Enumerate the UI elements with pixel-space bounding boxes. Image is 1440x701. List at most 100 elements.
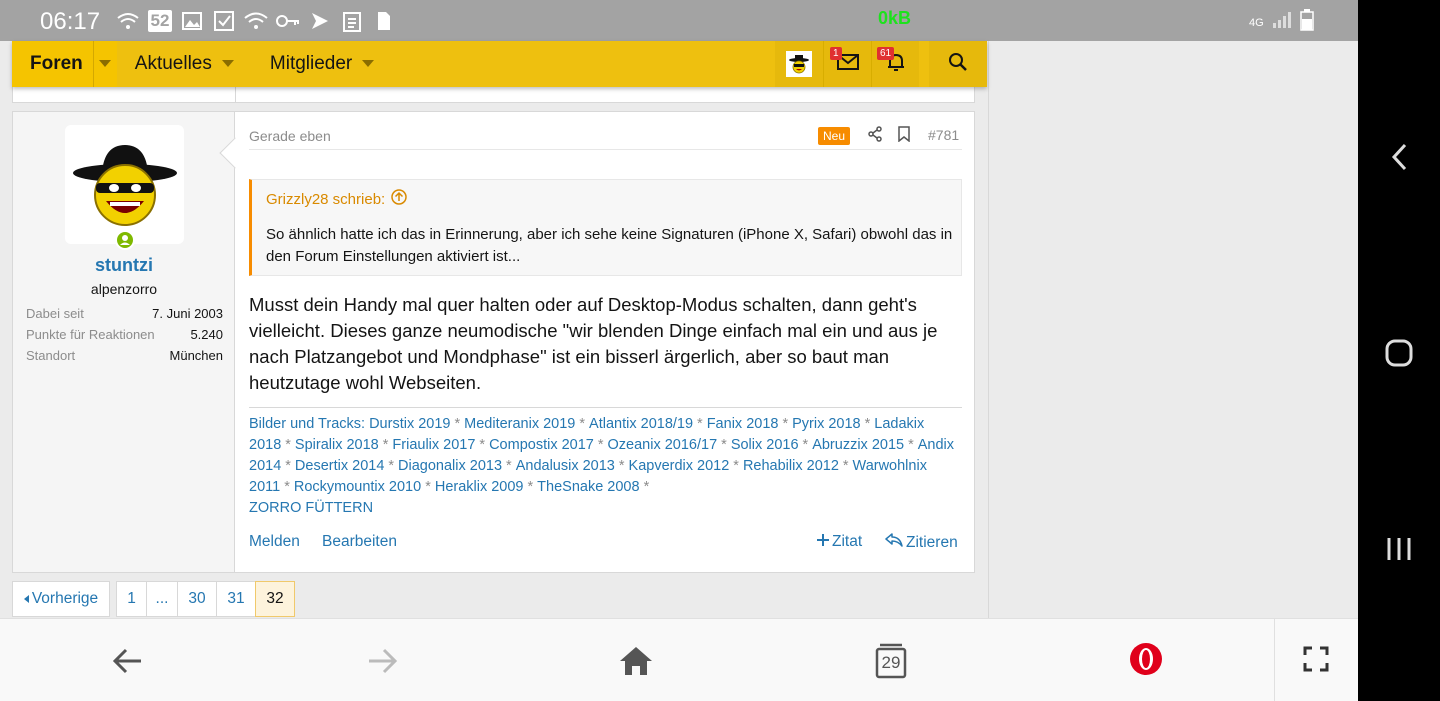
chevron-down-icon[interactable] <box>92 41 117 87</box>
page-30[interactable]: 30 <box>177 581 216 617</box>
signature-link[interactable]: Diagonalix 2013 <box>398 458 502 474</box>
signature-link[interactable]: Rehabilix 2012 <box>743 458 839 474</box>
extra-value[interactable]: München <box>170 348 223 363</box>
signature: Bilder und Tracks: Durstix 2019 * Meditera… <box>249 407 962 519</box>
signature-link[interactable]: Andalusix 2013 <box>516 458 615 474</box>
page-ellipsis[interactable]: ... <box>146 581 177 617</box>
wifi-alt-icon <box>244 9 268 33</box>
signature-link[interactable]: Mediteranix 2019 <box>464 416 575 432</box>
post-date[interactable]: Gerade eben <box>249 128 331 144</box>
multiquote-link[interactable]: Zitat <box>817 533 862 551</box>
nav-foren[interactable]: Foren <box>12 41 117 87</box>
user-extra-location: Standort München <box>26 348 223 363</box>
signature-separator: * <box>597 437 604 453</box>
net-speed: 0kB <box>878 8 912 28</box>
signature-link-zorro[interactable]: ZORRO FÜTTERN <box>249 500 373 516</box>
tabs-icon: 29 <box>875 643 907 679</box>
chevron-down-icon <box>216 41 240 87</box>
page-right-margin <box>988 41 1358 618</box>
page-31[interactable]: 31 <box>216 581 255 617</box>
alerts-button[interactable]: 61 <box>871 41 919 87</box>
android-home-button[interactable] <box>1376 330 1422 376</box>
edit-link[interactable]: Bearbeiten <box>322 533 397 551</box>
signature-link[interactable]: Pyrix 2018 <box>792 416 861 432</box>
signature-separator: * <box>579 416 586 432</box>
browser-bottom-bar: 29 <box>0 618 1358 701</box>
nav-aktuelles[interactable]: Aktuelles <box>117 41 252 87</box>
signature-link[interactable]: Spiralix 2018 <box>295 437 379 453</box>
nav-mitglieder[interactable]: Mitglieder <box>252 41 392 87</box>
report-link[interactable]: Melden <box>249 533 300 551</box>
battery-icon <box>1299 9 1314 36</box>
nav-foren-label: Foren <box>30 53 83 74</box>
signature-link[interactable]: Friaulix 2017 <box>392 437 475 453</box>
alerts-badge: 61 <box>877 47 895 60</box>
signature-link[interactable]: Desertix 2014 <box>295 458 384 474</box>
user-avatar[interactable] <box>65 125 184 244</box>
account-button[interactable] <box>775 41 823 87</box>
notification-count-badge: 52 <box>148 10 172 32</box>
signature-link[interactable]: Atlantix 2018/19 <box>589 416 693 432</box>
signature-link[interactable]: Compostix 2017 <box>489 437 594 453</box>
signature-link[interactable]: Heraklix 2009 <box>435 479 524 495</box>
fullscreen-button[interactable] <box>1291 636 1341 686</box>
signature-separator: * <box>618 458 625 474</box>
signature-separator: * <box>527 479 534 495</box>
post-body: Musst dein Handy mal quer halten oder au… <box>249 294 938 393</box>
signature-link[interactable]: TheSnake 2008 <box>537 479 639 495</box>
nav-mitglieder-label: Mitglieder <box>269 53 353 74</box>
quote-author: Grizzly28 schrieb: <box>266 190 386 208</box>
inbox-button[interactable]: 1 <box>823 41 871 87</box>
signature-link[interactable]: Bilder und Tracks: Durstix 2019 <box>249 416 450 432</box>
signature-separator: * <box>425 479 431 495</box>
extra-value: 7. Juni 2003 <box>152 306 223 321</box>
signature-separator: * <box>802 437 809 453</box>
status-bar: 06:17 52 0kB 4G <box>0 0 1358 41</box>
quote-block: Grizzly28 schrieb: So ähnlich hatte ich … <box>249 179 962 276</box>
search-button[interactable] <box>929 41 987 87</box>
signature-link[interactable]: Rockymountix 2010 <box>294 479 421 495</box>
clipboard-icon <box>340 9 364 33</box>
reply-label: Zitieren <box>906 533 958 551</box>
signature-link[interactable]: Abruzzix 2015 <box>812 437 904 453</box>
signature-separator: * <box>643 479 650 495</box>
online-status-icon <box>115 230 135 250</box>
nav-user-tools: 1 61 <box>775 41 987 87</box>
pagination: Vorherige 1 ... 30 31 32 <box>12 581 295 617</box>
extra-value[interactable]: 5.240 <box>190 327 223 342</box>
home-button[interactable] <box>611 636 661 686</box>
bookmark-icon[interactable] <box>897 126 911 147</box>
username[interactable]: stuntzi <box>13 255 235 276</box>
signature-separator: * <box>782 416 789 432</box>
android-recents-button[interactable] <box>1376 526 1422 572</box>
page-32-current[interactable]: 32 <box>255 581 295 617</box>
plus-icon <box>817 533 829 551</box>
signature-separator: * <box>284 479 290 495</box>
signature-separator: * <box>733 458 739 474</box>
tabs-button[interactable]: 29 <box>866 636 916 686</box>
quote-source[interactable]: Grizzly28 schrieb: <box>266 189 407 209</box>
signature-separator: * <box>479 437 486 453</box>
android-back-button[interactable] <box>1376 134 1422 180</box>
signature-link[interactable]: Kapverdix 2012 <box>629 458 730 474</box>
key-icon <box>276 9 300 33</box>
signature-link[interactable]: Fanix 2018 <box>707 416 779 432</box>
opera-menu-button[interactable] <box>1121 636 1171 686</box>
reply-link[interactable]: Zitieren <box>885 533 958 552</box>
prev-page-button[interactable]: Vorherige <box>12 581 110 617</box>
signature-separator: * <box>697 416 703 432</box>
signature-link[interactable]: Ozeanix 2016/17 <box>608 437 718 453</box>
signature-link[interactable]: Solix 2016 <box>731 437 799 453</box>
user-extra-joined: Dabei seit 7. Juni 2003 <box>26 306 223 321</box>
post-number[interactable]: #781 <box>928 127 959 143</box>
tabs-count: 29 <box>881 653 901 672</box>
page-1[interactable]: 1 <box>116 581 146 617</box>
page-numbers: 1 ... 30 31 32 <box>116 581 295 617</box>
signature-separator: * <box>864 416 871 432</box>
forward-button[interactable] <box>357 636 407 686</box>
back-button[interactable] <box>103 636 153 686</box>
signal-icon <box>1272 11 1292 34</box>
signature-separator: * <box>388 458 395 474</box>
signature-separator: * <box>908 437 914 453</box>
share-icon[interactable] <box>867 126 883 147</box>
